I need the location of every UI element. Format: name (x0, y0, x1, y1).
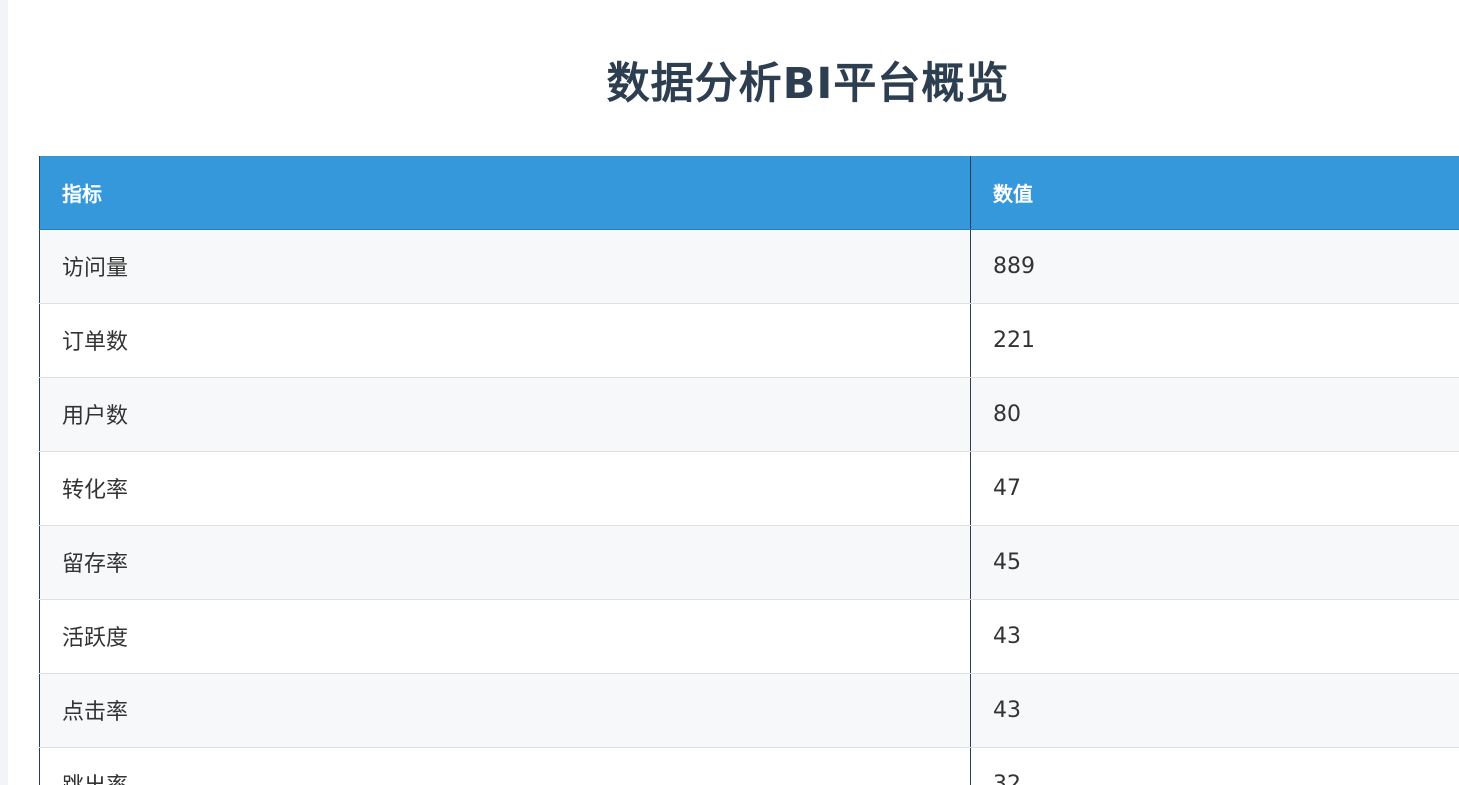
metrics-table-container: 指标 数值 访问量 889 订单数 221 用户数 80 转化率 47 留存率 … (39, 156, 1459, 785)
table-row: 跳出率 32 (39, 747, 1459, 785)
metric-cell: 订单数 (39, 303, 971, 378)
metric-cell: 活跃度 (39, 599, 971, 674)
value-cell: 43 (970, 599, 1459, 674)
metric-cell: 留存率 (39, 525, 971, 600)
column-header-value[interactable]: 数值 (970, 156, 1459, 230)
table-row: 用户数 80 (39, 377, 1459, 452)
table-row: 访问量 889 (39, 229, 1459, 304)
metric-cell: 转化率 (39, 451, 971, 526)
value-cell: 221 (970, 303, 1459, 378)
metric-cell: 用户数 (39, 377, 971, 452)
table-body: 访问量 889 订单数 221 用户数 80 转化率 47 留存率 45 活跃度… (39, 229, 1459, 785)
table-header-row: 指标 数值 (39, 156, 1459, 230)
table-row: 转化率 47 (39, 451, 1459, 526)
table-row: 订单数 221 (39, 303, 1459, 378)
table-row: 点击率 43 (39, 673, 1459, 748)
value-cell: 45 (970, 525, 1459, 600)
value-cell: 47 (970, 451, 1459, 526)
table-row: 留存率 45 (39, 525, 1459, 600)
value-cell: 889 (970, 229, 1459, 304)
table-row: 活跃度 43 (39, 599, 1459, 674)
value-cell: 32 (970, 747, 1459, 785)
value-cell: 80 (970, 377, 1459, 452)
page-card: 数据分析BI平台概览 指标 数值 访问量 889 订单数 221 用户数 80 … (8, 0, 1459, 785)
metric-cell: 点击率 (39, 673, 971, 748)
page-title: 数据分析BI平台概览 (606, 59, 1010, 109)
metrics-table: 指标 数值 访问量 889 订单数 221 用户数 80 转化率 47 留存率 … (39, 156, 1459, 785)
metric-cell: 跳出率 (39, 747, 971, 785)
value-cell: 43 (970, 673, 1459, 748)
metric-cell: 访问量 (39, 229, 971, 304)
column-header-metric[interactable]: 指标 (39, 156, 971, 230)
table-header: 指标 数值 (39, 156, 1459, 230)
